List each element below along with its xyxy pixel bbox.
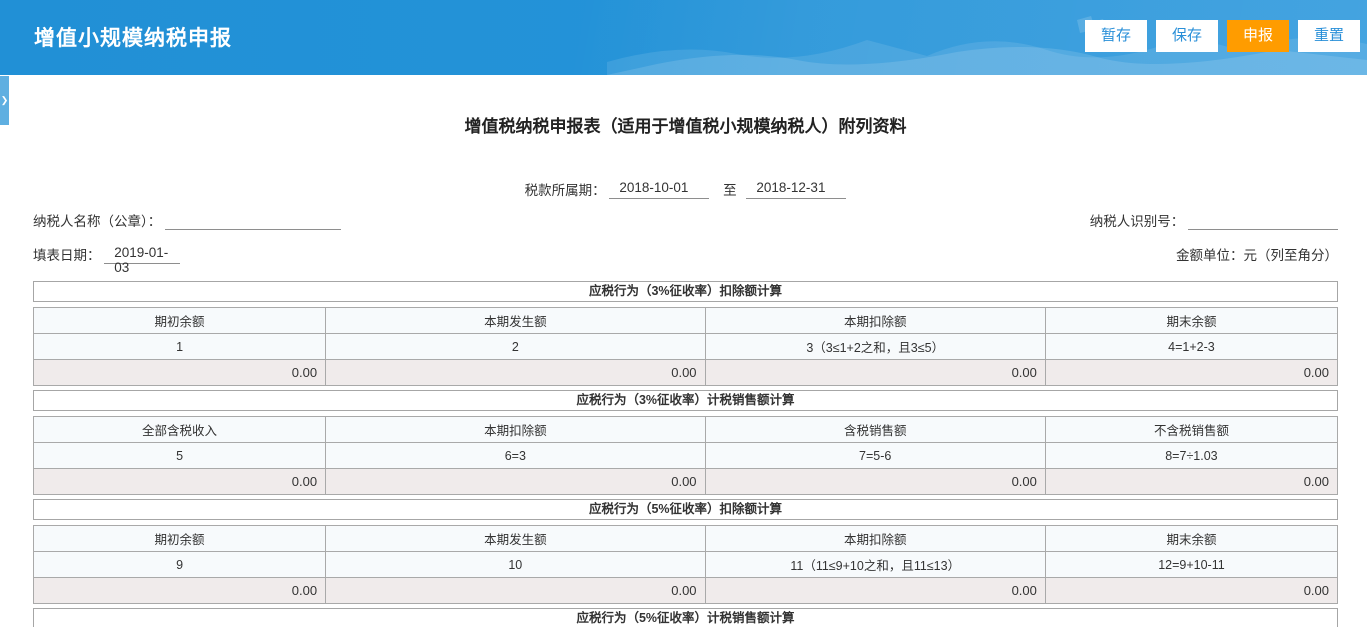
amount-cell[interactable]: 0.00 xyxy=(326,578,705,604)
taxpayer-name-group: 纳税人名称（公章）： xyxy=(33,210,341,230)
amount-cell[interactable]: 0.00 xyxy=(34,578,326,604)
tax-period-row: 税款所属期： 2018-10-01 至 2018-12-31 xyxy=(33,179,1338,199)
amount-cell[interactable]: 0.00 xyxy=(1045,360,1337,386)
amount-cell[interactable]: 0.00 xyxy=(705,578,1045,604)
formula-cell: 12=9+10-11 xyxy=(1045,552,1337,578)
header-cell: 期初余额 xyxy=(34,308,326,334)
section-title: 应税行为（3%征收率）扣除额计算 xyxy=(33,281,1338,302)
period-start-field[interactable]: 2018-10-01 xyxy=(609,180,709,199)
column-header-row: 期初余额本期发生额本期扣除额期末余额 xyxy=(34,308,1338,334)
fill-date-row: 填表日期： 2019-01-03 金额单位：元（列至角分） xyxy=(33,244,1338,264)
header-cell: 本期发生额 xyxy=(326,308,705,334)
header-cell: 含税销售额 xyxy=(705,417,1045,443)
section-table: 期初余额本期发生额本期扣除额期末余额 123（3≤1+2之和，且3≤5）4=1+… xyxy=(33,307,1338,386)
column-header-row: 全部含税收入本期扣除额含税销售额不含税销售额 xyxy=(34,417,1338,443)
amount-cell[interactable]: 0.00 xyxy=(34,469,326,495)
formula-cell: 1 xyxy=(34,334,326,360)
taxpayer-id-field[interactable] xyxy=(1188,211,1338,230)
section-title: 应税行为（5%征收率）扣除额计算 xyxy=(33,499,1338,520)
formula-cell: 6=3 xyxy=(326,443,705,469)
header-cell: 本期扣除额 xyxy=(705,526,1045,552)
formula-row: 123（3≤1+2之和，且3≤5）4=1+2-3 xyxy=(34,334,1338,360)
submit-button-2[interactable]: 申报 xyxy=(1227,20,1289,52)
period-label: 税款所属期： xyxy=(525,183,606,198)
header-cell: 期末余额 xyxy=(1045,308,1337,334)
taxpayer-id-group: 纳税人识别号： xyxy=(1090,210,1338,230)
chevron-right-icon: ❯ xyxy=(1,95,9,106)
amount-cell[interactable]: 0.00 xyxy=(326,469,705,495)
header-action-buttons: 暂存保存申报重置 xyxy=(1085,20,1360,52)
formula-cell: 5 xyxy=(34,443,326,469)
formula-cell: 11（11≤9+10之和，且11≤13） xyxy=(705,552,1045,578)
period-end-field[interactable]: 2018-12-31 xyxy=(746,180,846,199)
action-button-1[interactable]: 保存 xyxy=(1156,20,1218,52)
section-table: 全部含税收入本期扣除额含税销售额不含税销售额 56=37=5-68=7÷1.03… xyxy=(33,416,1338,495)
section-title: 应税行为（3%征收率）计税销售额计算 xyxy=(33,390,1338,411)
app-title: 增值小规模纳税申报 xyxy=(34,22,232,52)
declaration-tables: 应税行为（3%征收率）扣除额计算 期初余额本期发生额本期扣除额期末余额 123（… xyxy=(33,281,1338,627)
amount-cell[interactable]: 0.00 xyxy=(1045,578,1337,604)
column-header-row: 期初余额本期发生额本期扣除额期末余额 xyxy=(34,526,1338,552)
formula-cell: 9 xyxy=(34,552,326,578)
section-table: 期初余额本期发生额本期扣除额期末余额 91011（11≤9+10之和，且11≤1… xyxy=(33,525,1338,604)
form-title: 增值税纳税申报表（适用于增值税小规模纳税人）附列资料 xyxy=(33,75,1338,137)
formula-row: 91011（11≤9+10之和，且11≤13）12=9+10-11 xyxy=(34,552,1338,578)
main-content: 增值税纳税申报表（适用于增值税小规模纳税人）附列资料 税款所属期： 2018-1… xyxy=(0,75,1367,627)
amount-cell[interactable]: 0.00 xyxy=(326,360,705,386)
header-cell: 本期扣除额 xyxy=(705,308,1045,334)
value-row: 0.000.000.000.00 xyxy=(34,469,1338,495)
taxpayer-id-label: 纳税人识别号： xyxy=(1090,214,1185,229)
amount-cell[interactable]: 0.00 xyxy=(705,360,1045,386)
header-cell: 期末余额 xyxy=(1045,526,1337,552)
table-section: 应税行为（5%征收率）计税销售额计算 xyxy=(33,608,1338,627)
formula-cell: 8=7÷1.03 xyxy=(1045,443,1337,469)
header-cell: 本期发生额 xyxy=(326,526,705,552)
formula-cell: 2 xyxy=(326,334,705,360)
header-cell: 不含税销售额 xyxy=(1045,417,1337,443)
value-row: 0.000.000.000.00 xyxy=(34,578,1338,604)
table-section: 应税行为（5%征收率）扣除额计算 期初余额本期发生额本期扣除额期末余额 9101… xyxy=(33,499,1338,604)
table-section: 应税行为（3%征收率）扣除额计算 期初余额本期发生额本期扣除额期末余额 123（… xyxy=(33,281,1338,386)
formula-cell: 7=5-6 xyxy=(705,443,1045,469)
app-header: 增值小规模纳税申报 暂存保存申报重置 xyxy=(0,0,1367,75)
amount-cell[interactable]: 0.00 xyxy=(1045,469,1337,495)
formula-cell: 10 xyxy=(326,552,705,578)
amount-cell[interactable]: 0.00 xyxy=(705,469,1045,495)
value-row: 0.000.000.000.00 xyxy=(34,360,1338,386)
table-section: 应税行为（3%征收率）计税销售额计算 全部含税收入本期扣除额含税销售额不含税销售… xyxy=(33,390,1338,495)
taxpayer-name-label: 纳税人名称（公章）： xyxy=(33,214,161,229)
period-to-label: 至 xyxy=(723,183,737,198)
formula-row: 56=37=5-68=7÷1.03 xyxy=(34,443,1338,469)
amount-cell[interactable]: 0.00 xyxy=(34,360,326,386)
fill-date-group: 填表日期： 2019-01-03 xyxy=(33,244,180,264)
sidebar-expand-tab[interactable]: ❯ xyxy=(0,76,9,125)
formula-cell: 4=1+2-3 xyxy=(1045,334,1337,360)
formula-cell: 3（3≤1+2之和，且3≤5） xyxy=(705,334,1045,360)
amount-unit-label: 金额单位：元（列至角分） xyxy=(1176,244,1338,264)
fill-date-field[interactable]: 2019-01-03 xyxy=(104,245,180,264)
section-title: 应税行为（5%征收率）计税销售额计算 xyxy=(33,608,1338,627)
action-button-0[interactable]: 暂存 xyxy=(1085,20,1147,52)
taxpayer-name-field[interactable] xyxy=(165,211,341,230)
header-cell: 期初余额 xyxy=(34,526,326,552)
fill-date-label: 填表日期： xyxy=(33,248,101,263)
header-cell: 本期扣除额 xyxy=(326,417,705,443)
taxpayer-row: 纳税人名称（公章）： 纳税人识别号： xyxy=(33,210,1338,230)
action-button-3[interactable]: 重置 xyxy=(1298,20,1360,52)
header-cell: 全部含税收入 xyxy=(34,417,326,443)
